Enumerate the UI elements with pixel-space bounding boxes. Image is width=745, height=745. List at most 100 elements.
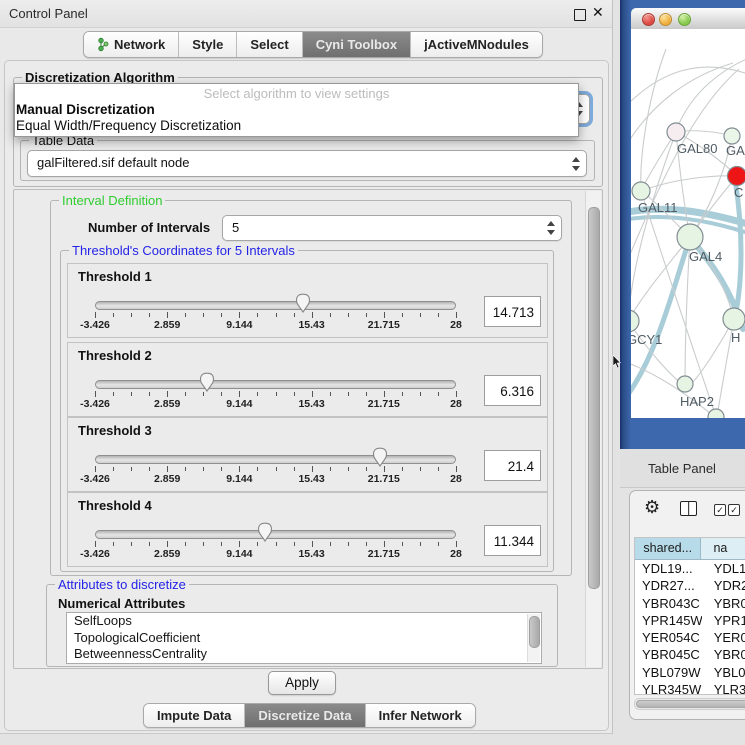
table-cell[interactable]: YLR345W bbox=[635, 681, 702, 695]
tab-jactivemnodules[interactable]: jActiveMNodules bbox=[411, 32, 542, 57]
checkbox-icon[interactable]: ✓ bbox=[728, 504, 740, 516]
table-row[interactable]: YBL079WYBL0 bbox=[635, 664, 745, 681]
table-row[interactable]: YDL19...YDL1 bbox=[635, 560, 745, 577]
table-cell[interactable]: YBR043C bbox=[635, 595, 702, 612]
tab-select[interactable]: Select bbox=[237, 32, 302, 57]
table-row[interactable]: YLR345WYLR3 bbox=[635, 681, 745, 695]
node-label: GAL80 bbox=[677, 141, 717, 156]
tick-mark bbox=[366, 313, 367, 317]
list-scrollbar[interactable] bbox=[527, 614, 540, 662]
table-row[interactable]: YDR27...YDR2 bbox=[635, 577, 745, 594]
scrollbar-thumb[interactable] bbox=[636, 700, 745, 708]
table-cell[interactable]: YPR145W bbox=[635, 612, 702, 629]
table-cell[interactable]: YBR045C bbox=[635, 646, 702, 663]
node-attribute-table[interactable]: shared... na YDL19...YDL1YDR27...YDR2YBR… bbox=[634, 537, 745, 695]
scrollbar-thumb[interactable] bbox=[529, 616, 540, 648]
table-cell[interactable]: YBL079W bbox=[635, 664, 702, 681]
tab-network[interactable]: Network bbox=[84, 32, 179, 57]
table-cell[interactable]: YPR1 bbox=[702, 612, 745, 629]
slider-handle[interactable] bbox=[199, 372, 215, 392]
table-row[interactable]: YPR145WYPR1 bbox=[635, 612, 745, 629]
slider-track[interactable] bbox=[95, 301, 456, 310]
table-cell[interactable]: YBR0 bbox=[702, 646, 745, 663]
column-header[interactable]: na bbox=[701, 538, 745, 559]
tick-mark bbox=[366, 392, 367, 396]
network-canvas[interactable]: GAL80GACGAL11GAL4HGCY1HAP2 bbox=[631, 29, 745, 418]
tab-infer-network[interactable]: Infer Network bbox=[366, 704, 475, 727]
column-header[interactable]: shared... bbox=[635, 538, 701, 559]
table-cell[interactable]: YDL1 bbox=[702, 560, 745, 577]
tab-cyni-toolbox[interactable]: Cyni Toolbox bbox=[303, 32, 411, 57]
threshold-value-input[interactable]: 21.4 bbox=[484, 450, 541, 481]
network-node-ga[interactable] bbox=[724, 128, 740, 144]
attribute-list-item[interactable]: BetweennessCentrality bbox=[67, 646, 541, 663]
table-row[interactable]: YER054CYER0 bbox=[635, 629, 745, 646]
network-edge[interactable] bbox=[676, 57, 745, 131]
threshold-value-input[interactable]: 6.316 bbox=[484, 375, 541, 406]
column-layout-icon[interactable] bbox=[680, 501, 697, 516]
scrollbar-thumb[interactable] bbox=[588, 207, 600, 589]
table-row[interactable]: YBR043CYBR0 bbox=[635, 595, 745, 612]
threshold-slider[interactable]: -3.4262.8599.14415.4321.71528 bbox=[95, 527, 456, 565]
tick-mark bbox=[167, 391, 168, 397]
close-traffic-light-icon[interactable] bbox=[642, 13, 655, 26]
network-edge[interactable] bbox=[631, 132, 676, 319]
table-cell[interactable]: YLR3 bbox=[702, 681, 745, 695]
checkbox-icon[interactable]: ✓ bbox=[714, 504, 726, 516]
number-of-intervals-combobox[interactable]: 5 bbox=[222, 215, 562, 241]
node-label: HAP2 bbox=[680, 394, 714, 409]
network-node-hap2[interactable] bbox=[677, 376, 693, 392]
minimize-traffic-light-icon[interactable] bbox=[659, 13, 672, 26]
table-cell[interactable]: YBR0 bbox=[702, 595, 745, 612]
tick-label: 2.859 bbox=[154, 548, 180, 560]
table-cell[interactable]: YBL0 bbox=[702, 664, 745, 681]
vertical-scrollbar[interactable] bbox=[585, 191, 601, 667]
settings-gear-icon[interactable]: ⚙ bbox=[644, 497, 660, 518]
network-edge[interactable] bbox=[691, 319, 734, 384]
slider-handle[interactable] bbox=[372, 447, 388, 467]
table-cell[interactable]: YER0 bbox=[702, 629, 745, 646]
network-node-gal11[interactable] bbox=[632, 182, 650, 200]
network-node-gal4[interactable] bbox=[677, 224, 703, 250]
threshold-slider[interactable]: -3.4262.8599.14415.4321.71528 bbox=[95, 298, 456, 336]
horizontal-scrollbar[interactable] bbox=[634, 698, 745, 710]
threshold-slider[interactable]: -3.4262.8599.14415.4321.71528 bbox=[95, 452, 456, 490]
slider-track[interactable] bbox=[95, 530, 456, 539]
zoom-traffic-light-icon[interactable] bbox=[678, 13, 691, 26]
table-cell[interactable]: YER054C bbox=[635, 629, 702, 646]
slider-track[interactable] bbox=[95, 455, 456, 464]
close-icon[interactable]: ✕ bbox=[592, 4, 604, 21]
tick-mark bbox=[420, 542, 421, 546]
network-node[interactable] bbox=[708, 409, 724, 418]
numerical-attributes-list[interactable]: SelfLoopsTopologicalCoefficientBetweenne… bbox=[66, 612, 542, 664]
table-cell[interactable]: YDR27... bbox=[635, 577, 702, 594]
slider-handle[interactable] bbox=[295, 293, 311, 313]
network-node-gal80[interactable] bbox=[667, 123, 685, 141]
tab-discretize-data[interactable]: Discretize Data bbox=[245, 704, 365, 727]
tick-mark bbox=[456, 466, 457, 472]
tab-impute-data[interactable]: Impute Data bbox=[144, 704, 245, 727]
apply-button[interactable]: Apply bbox=[268, 671, 336, 695]
network-edge[interactable] bbox=[641, 176, 737, 191]
slider-handle[interactable] bbox=[257, 522, 273, 542]
table-row[interactable]: YBR045CYBR0 bbox=[635, 646, 745, 663]
slider-track[interactable] bbox=[95, 380, 456, 389]
threshold-slider[interactable]: -3.4262.8599.14415.4321.71528 bbox=[95, 377, 456, 415]
tab-style[interactable]: Style bbox=[179, 32, 237, 57]
table-cell[interactable]: YDR2 bbox=[702, 577, 745, 594]
table-cell[interactable]: YDL19... bbox=[635, 560, 702, 577]
network-edge[interactable] bbox=[631, 67, 745, 109]
attribute-list-item[interactable]: SelfLoops bbox=[67, 613, 541, 630]
table-data-combobox[interactable]: galFiltered.sif default node bbox=[27, 150, 587, 177]
algorithm-option[interactable]: Manual Discretization bbox=[16, 102, 577, 118]
float-window-icon[interactable] bbox=[574, 9, 586, 21]
network-node-c[interactable] bbox=[728, 167, 745, 186]
threshold-value-input[interactable]: 14.713 bbox=[484, 296, 541, 327]
tick-mark bbox=[330, 467, 331, 471]
network-node-gcy1[interactable] bbox=[631, 310, 639, 332]
algorithm-option[interactable]: Equal Width/Frequency Discretization bbox=[16, 118, 577, 134]
attribute-list-item[interactable]: TopologicalCoefficient bbox=[67, 630, 541, 647]
threshold-value-input[interactable]: 11.344 bbox=[484, 525, 541, 556]
network-window-titlebar[interactable] bbox=[631, 8, 745, 30]
network-node-h[interactable] bbox=[723, 308, 745, 330]
